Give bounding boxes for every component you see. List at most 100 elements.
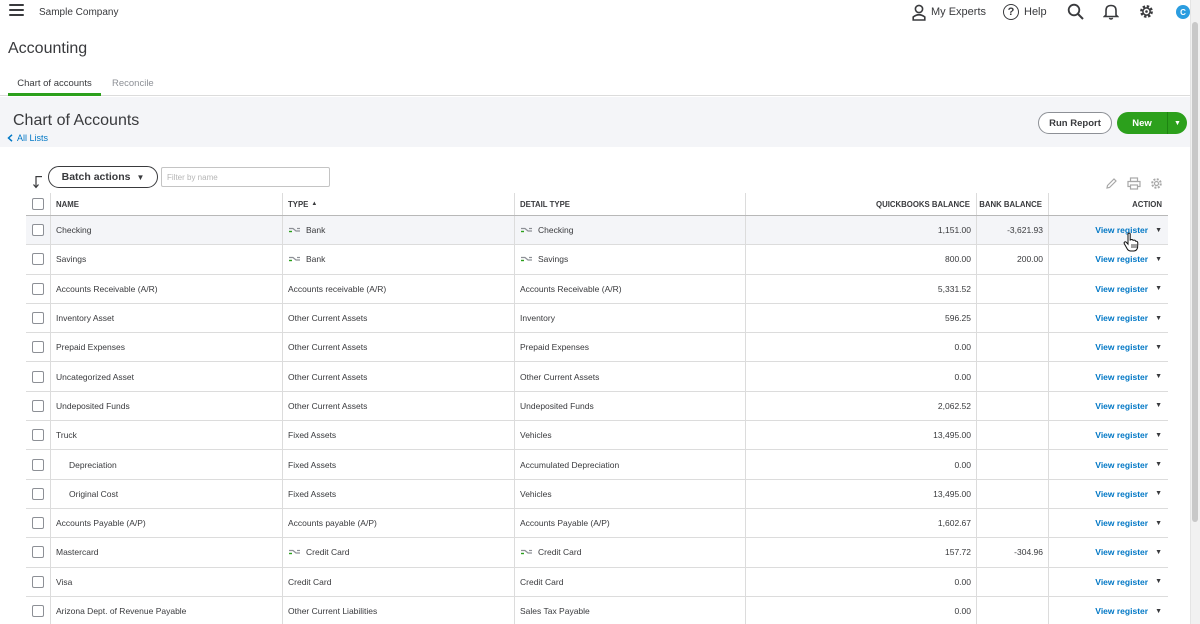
run-report-button[interactable]: Run Report (1038, 112, 1112, 134)
scrollbar-thumb[interactable] (1192, 22, 1198, 522)
page-scrollbar[interactable] (1190, 0, 1200, 624)
table-row[interactable]: Depreciation Fixed Assets Accumulated Depr… (26, 450, 1168, 480)
table-row[interactable]: Accounts Receivable (A/R) Accounts receiv… (26, 274, 1168, 304)
detail-type-cell: Credit Card (514, 538, 745, 567)
help-button[interactable]: ? Help (1003, 3, 1047, 21)
view-register-link[interactable]: View register (1095, 313, 1148, 323)
action-dropdown-caret-icon[interactable]: ▼ (1155, 608, 1162, 615)
view-register-link[interactable]: View register (1095, 460, 1148, 470)
detail-type: Credit Card (538, 547, 582, 558)
action-dropdown-caret-icon[interactable]: ▼ (1155, 344, 1162, 351)
print-icon[interactable] (1127, 176, 1141, 190)
row-checkbox[interactable] (32, 605, 44, 617)
row-checkbox[interactable] (32, 458, 44, 471)
view-register-link[interactable]: View register (1095, 547, 1148, 557)
action-cell: View register ▼ (1048, 596, 1168, 624)
row-checkbox[interactable] (32, 224, 44, 237)
action-dropdown-caret-icon[interactable]: ▼ (1155, 578, 1162, 585)
sort-arrow-icon[interactable] (33, 176, 43, 189)
detail-type-cell: Checking (514, 216, 745, 245)
avatar[interactable]: C (1176, 5, 1190, 19)
action-dropdown-caret-icon[interactable]: ▼ (1155, 461, 1162, 468)
table-row[interactable]: Visa Credit Card Credit Card 0.00 View regis… (26, 567, 1168, 597)
row-checkbox[interactable] (32, 341, 44, 354)
view-register-link[interactable]: View register (1095, 225, 1148, 235)
column-header-name[interactable]: NAME (50, 193, 282, 215)
column-header-detail-type[interactable]: DETAIL TYPE (514, 193, 745, 215)
column-header-bank-balance[interactable]: BANK BALANCE (976, 193, 1048, 215)
view-register-link[interactable]: View register (1095, 489, 1148, 499)
bank-balance (976, 303, 1048, 333)
row-checkbox[interactable] (32, 312, 44, 325)
detail-type: Inventory (520, 313, 555, 324)
action-dropdown-caret-icon[interactable]: ▼ (1155, 490, 1162, 497)
view-register-link[interactable]: View register (1095, 401, 1148, 411)
table-row[interactable]: Prepaid Expenses Other Current Assets Prep… (26, 333, 1168, 363)
account-type: Other Current Assets (288, 400, 368, 411)
account-name-cell: Arizona Dept. of Revenue Payable (50, 596, 282, 624)
column-header-quickbooks-balance[interactable]: QUICKBOOKS BALANCE (745, 193, 976, 215)
table-settings-gear-icon[interactable] (1150, 177, 1163, 190)
table-row[interactable]: Inventory Asset Other Current Assets Inven… (26, 303, 1168, 334)
account-type: Fixed Assets (288, 430, 337, 441)
action-dropdown-caret-icon[interactable]: ▼ (1155, 285, 1162, 292)
search-icon[interactable] (1067, 3, 1084, 20)
action-dropdown-caret-icon[interactable]: ▼ (1155, 402, 1162, 409)
row-checkbox[interactable] (32, 517, 44, 530)
account-type: Bank (306, 225, 326, 236)
action-dropdown-caret-icon[interactable]: ▼ (1155, 315, 1162, 322)
select-all-checkbox[interactable] (32, 198, 44, 210)
tab-reconcile[interactable]: Reconcile (112, 78, 154, 89)
row-checkbox[interactable] (32, 429, 44, 442)
row-checkbox[interactable] (32, 370, 44, 383)
gear-icon[interactable] (1138, 3, 1155, 20)
bell-icon[interactable] (1103, 3, 1119, 20)
row-checkbox-cell (26, 450, 50, 478)
table-row[interactable]: Checking Bank Checking 1,151.00 -3,621.93 Vie… (26, 216, 1168, 246)
table-row[interactable]: Uncategorized Asset Other Current Assets O… (26, 362, 1168, 392)
my-experts-button[interactable]: My Experts (912, 3, 986, 21)
account-type-cell: Other Current Liabilities (282, 596, 514, 624)
row-checkbox[interactable] (32, 546, 44, 559)
view-register-link[interactable]: View register (1095, 342, 1148, 352)
row-checkbox[interactable] (32, 282, 44, 295)
action-dropdown-caret-icon[interactable]: ▼ (1155, 520, 1162, 527)
batch-actions-button[interactable]: Batch actions ▼ (48, 166, 158, 188)
table-row[interactable]: Savings Bank Savings 800.00 200.00 View regis… (26, 245, 1168, 275)
action-dropdown-caret-icon[interactable]: ▼ (1155, 549, 1162, 556)
all-lists-link[interactable]: All Lists (7, 133, 48, 143)
table-row[interactable]: Truck Fixed Assets Vehicles 13,495.00 View r… (26, 421, 1168, 451)
row-checkbox[interactable] (32, 399, 44, 412)
column-header-type-label: TYPE (288, 199, 309, 209)
view-register-link[interactable]: View register (1095, 577, 1148, 587)
new-button[interactable]: New ▼ (1117, 112, 1187, 134)
new-dropdown-caret-icon[interactable]: ▼ (1168, 120, 1187, 127)
view-register-link[interactable]: View register (1095, 518, 1148, 528)
view-register-link[interactable]: View register (1095, 606, 1148, 616)
action-dropdown-caret-icon[interactable]: ▼ (1155, 227, 1162, 234)
view-register-link[interactable]: View register (1095, 284, 1148, 294)
table-row[interactable]: Undeposited Funds Other Current Assets Und… (26, 391, 1168, 422)
column-header-type[interactable]: TYPE ▲ (282, 193, 514, 215)
row-checkbox[interactable] (32, 253, 44, 266)
tab-chart-of-accounts[interactable]: Chart of accounts (8, 78, 101, 96)
view-register-link[interactable]: View register (1095, 430, 1148, 440)
action-dropdown-caret-icon[interactable]: ▼ (1155, 256, 1162, 263)
pencil-icon[interactable] (1105, 177, 1118, 190)
row-checkbox[interactable] (32, 575, 44, 588)
table-row[interactable]: Accounts Payable (A/P) Accounts payable (… (26, 508, 1168, 539)
menu-icon[interactable] (9, 4, 24, 17)
action-dropdown-caret-icon[interactable]: ▼ (1155, 373, 1162, 380)
detail-type-cell: Other Current Assets (514, 362, 745, 391)
filter-by-name-input[interactable] (161, 167, 330, 187)
view-register-link[interactable]: View register (1095, 372, 1148, 382)
table-row[interactable]: Arizona Dept. of Revenue Payable Other Cu… (26, 596, 1168, 624)
account-name-cell: Visa (50, 567, 282, 596)
action-dropdown-caret-icon[interactable]: ▼ (1155, 432, 1162, 439)
page-title: Accounting (8, 40, 88, 57)
table-row[interactable]: Original Cost Fixed Assets Vehicles 13,495.… (26, 479, 1168, 509)
table-row[interactable]: Mastercard Credit Card Credit Card 157.72 -3… (26, 538, 1168, 568)
row-checkbox-cell (26, 275, 50, 303)
view-register-link[interactable]: View register (1095, 254, 1148, 264)
row-checkbox[interactable] (32, 487, 44, 500)
